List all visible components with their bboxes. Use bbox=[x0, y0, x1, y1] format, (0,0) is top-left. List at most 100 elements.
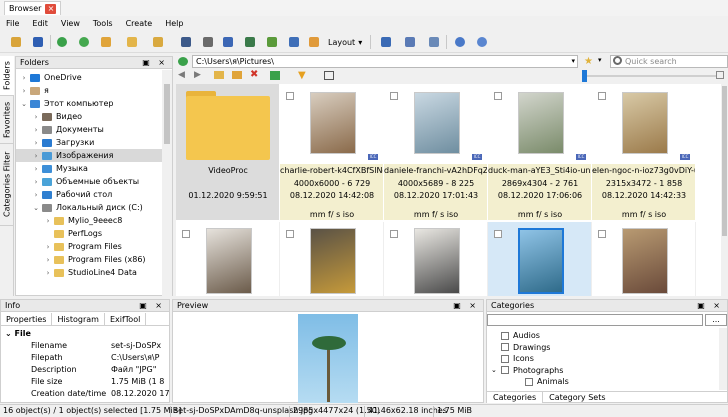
slideshow-icon[interactable] bbox=[242, 34, 258, 50]
acquire-icon[interactable] bbox=[8, 34, 24, 50]
menu-view[interactable]: View bbox=[61, 19, 80, 28]
menu-file[interactable]: File bbox=[6, 19, 19, 28]
select-checkbox[interactable] bbox=[286, 230, 294, 238]
folder-tree-item[interactable]: › Рабочий стол bbox=[16, 188, 162, 201]
chevron-right-icon[interactable]: › bbox=[32, 165, 40, 173]
chevron-right-icon[interactable]: › bbox=[20, 74, 28, 82]
folder-tree-item[interactable]: › Program Files bbox=[16, 240, 162, 253]
view-mode-icon[interactable] bbox=[324, 71, 334, 80]
folder-tree-item[interactable]: PerfLogs bbox=[16, 227, 162, 240]
chevron-down-icon[interactable]: ▾ bbox=[598, 56, 602, 64]
rotate-icon[interactable] bbox=[76, 34, 92, 50]
folders-scrollbar[interactable] bbox=[162, 70, 172, 296]
convert-icon[interactable] bbox=[264, 34, 280, 50]
chevron-right-icon[interactable]: › bbox=[32, 152, 40, 160]
select-checkbox[interactable] bbox=[598, 230, 606, 238]
tag-icon[interactable] bbox=[270, 71, 280, 80]
scan-icon[interactable] bbox=[220, 34, 236, 50]
chevron-right-icon[interactable]: › bbox=[32, 126, 40, 134]
tab-histogram[interactable]: Histogram bbox=[52, 313, 105, 325]
delete-icon[interactable]: ✖ bbox=[250, 69, 258, 80]
chevron-right-icon[interactable]: › bbox=[32, 178, 40, 186]
chevron-right-icon[interactable]: › bbox=[32, 139, 40, 147]
select-checkbox[interactable] bbox=[598, 92, 606, 100]
select-checkbox[interactable] bbox=[286, 92, 294, 100]
filter-icon[interactable]: ▼ bbox=[298, 70, 306, 81]
browser-tab[interactable]: Browser × bbox=[4, 1, 62, 15]
chevron-down-icon[interactable]: ⌄ bbox=[20, 100, 28, 108]
forward-arrow-icon[interactable]: ▶ bbox=[194, 70, 201, 80]
tab-categories[interactable]: Categories bbox=[487, 392, 544, 403]
image-thumbnail[interactable]: ICC daniele-franchi-vA2hDFqZA6... 4000x568… bbox=[384, 84, 488, 220]
info-group-file[interactable]: ⌄ File bbox=[5, 329, 31, 338]
screen-capture-icon[interactable] bbox=[306, 34, 322, 50]
side-tab-folders[interactable]: Folders bbox=[0, 56, 14, 96]
chevron-down-icon[interactable]: ⌄ bbox=[491, 366, 501, 374]
chevron-right-icon[interactable]: › bbox=[20, 87, 28, 95]
folder-tree-item[interactable]: › StudioLine4 Data bbox=[16, 266, 162, 279]
path-input[interactable]: C:\Users\я\Pictures\ ▾ bbox=[192, 55, 578, 68]
close-icon[interactable]: × bbox=[45, 3, 57, 14]
select-checkbox[interactable] bbox=[390, 92, 398, 100]
tab-category-sets[interactable]: Category Sets bbox=[543, 392, 611, 403]
copy-to-icon[interactable] bbox=[124, 34, 140, 50]
search-input[interactable]: Quick search bbox=[610, 55, 728, 68]
chevron-right-icon[interactable]: › bbox=[32, 191, 40, 199]
folder-thumbnail[interactable]: VideoProc 01.12.2020 9:59:51 bbox=[176, 84, 280, 220]
select-checkbox[interactable] bbox=[494, 92, 502, 100]
image-thumbnail[interactable] bbox=[280, 222, 384, 296]
find-icon[interactable] bbox=[178, 34, 194, 50]
category-options-button[interactable]: ... bbox=[705, 314, 727, 326]
category-item[interactable]: ⌄ Photographs bbox=[491, 365, 563, 376]
image-thumbnail[interactable] bbox=[176, 222, 280, 296]
image-thumbnail[interactable]: ICC duck-man-aYE3_Sti4io-unspl... 2869x430… bbox=[488, 84, 592, 220]
chevron-down-icon[interactable]: ⌄ bbox=[32, 204, 40, 212]
panel-controls-icon[interactable]: ▣ × bbox=[697, 300, 723, 312]
image-thumbnail[interactable] bbox=[488, 222, 592, 296]
email-icon[interactable] bbox=[286, 34, 302, 50]
folder-tree-item[interactable]: › я bbox=[16, 84, 162, 97]
folder-tree-item[interactable]: › Загрузки bbox=[16, 136, 162, 149]
category-checkbox[interactable] bbox=[501, 354, 509, 363]
favorite-star-icon[interactable]: ★ bbox=[584, 56, 593, 67]
side-tab-favorites[interactable]: Favorites bbox=[0, 96, 14, 144]
category-item[interactable]: Animals bbox=[515, 376, 569, 387]
folder-tree-item[interactable]: › OneDrive bbox=[16, 71, 162, 84]
category-item[interactable]: Icons bbox=[491, 353, 534, 364]
tab-properties[interactable]: Properties bbox=[1, 313, 53, 325]
category-checkbox[interactable] bbox=[501, 366, 509, 374]
thumbnail-view-icon[interactable] bbox=[378, 34, 394, 50]
chevron-right-icon[interactable]: › bbox=[32, 113, 40, 121]
select-checkbox[interactable] bbox=[494, 230, 502, 238]
folder-tree-item[interactable]: ⌄ Этот компьютер bbox=[16, 97, 162, 110]
move-to-icon[interactable] bbox=[150, 34, 166, 50]
category-checkbox[interactable] bbox=[501, 343, 509, 351]
side-tab-categories-filter[interactable]: Categories Filter bbox=[0, 144, 14, 226]
chevron-down-icon[interactable]: ▾ bbox=[571, 56, 575, 67]
thumbnail-scrollbar[interactable] bbox=[721, 84, 728, 296]
folder-tree-item[interactable]: › Mylio_9eeec8 bbox=[16, 214, 162, 227]
tab-exiftool[interactable]: ExifTool bbox=[105, 313, 147, 325]
edit-icon[interactable] bbox=[98, 34, 114, 50]
zoom-slider-track[interactable] bbox=[586, 75, 716, 77]
maximize-icon[interactable] bbox=[716, 71, 724, 79]
zoom-slider-thumb[interactable] bbox=[582, 70, 587, 82]
folder-tree-item[interactable]: › Музыка bbox=[16, 162, 162, 175]
new-folder-icon[interactable] bbox=[232, 71, 242, 79]
image-thumbnail[interactable] bbox=[384, 222, 488, 296]
select-checkbox[interactable] bbox=[182, 230, 190, 238]
category-checkbox[interactable] bbox=[501, 331, 509, 340]
folder-tree-item[interactable]: › Объемные объекты bbox=[16, 175, 162, 188]
folder-tree-item[interactable]: › Program Files (x86) bbox=[16, 253, 162, 266]
menu-edit[interactable]: Edit bbox=[32, 19, 48, 28]
folder-tree-item[interactable]: › Документы bbox=[16, 123, 162, 136]
menu-create[interactable]: Create bbox=[126, 19, 153, 28]
category-item[interactable]: Audios bbox=[491, 330, 540, 341]
select-checkbox[interactable] bbox=[390, 230, 398, 238]
category-item[interactable]: Drawings bbox=[491, 342, 550, 353]
chevron-right-icon[interactable]: › bbox=[44, 243, 52, 251]
network-icon[interactable] bbox=[426, 34, 442, 50]
settings-gear-icon[interactable] bbox=[452, 34, 468, 50]
chevron-right-icon[interactable]: › bbox=[44, 217, 52, 225]
image-thumbnail[interactable]: ICC charlie-robert-k4CfXBfSlNg-u... 4000x6… bbox=[280, 84, 384, 220]
